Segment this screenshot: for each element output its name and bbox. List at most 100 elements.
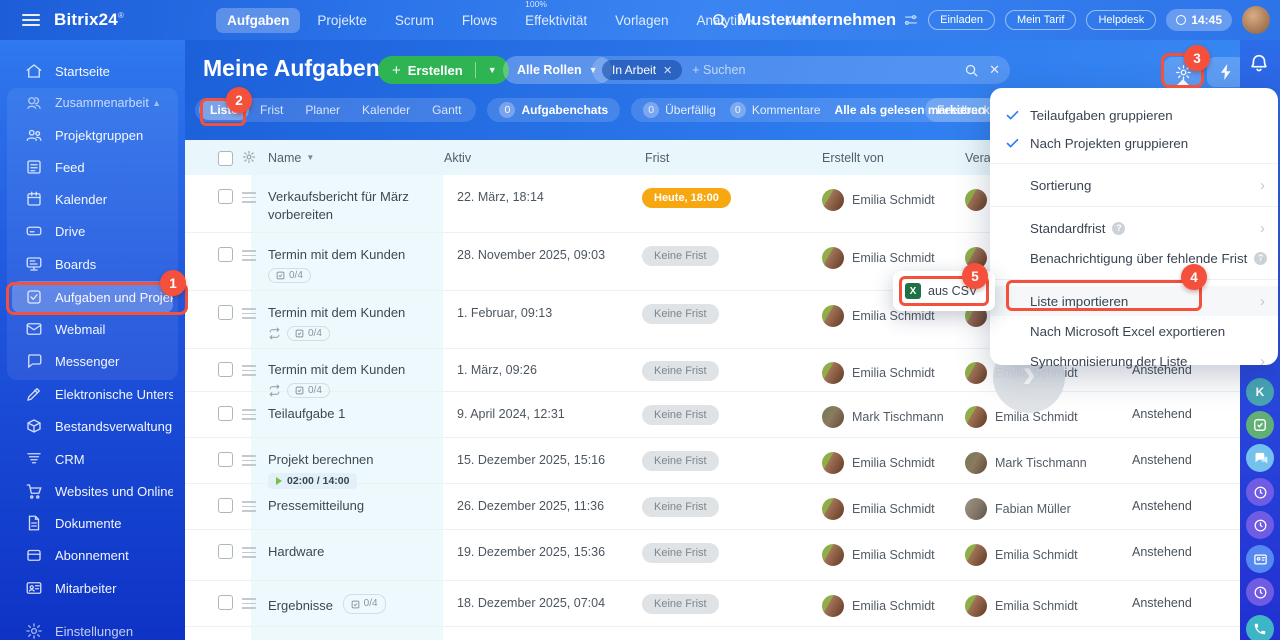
tab-projekte[interactable]: Projekte [306, 8, 378, 33]
deadline-pill[interactable]: Heute, 18:00 [642, 188, 731, 208]
clock-rail-icon[interactable] [1246, 478, 1274, 506]
remove-chip-icon[interactable]: ✕ [663, 64, 672, 77]
menu-item-liste-importieren[interactable]: Liste importieren› [990, 286, 1278, 316]
sidebar-item-kalender[interactable]: Kalender [12, 183, 173, 215]
view-tab-planer[interactable]: Planer [294, 100, 351, 120]
task-name[interactable]: Projekt berechnen [268, 452, 388, 467]
sidebar-item-messenger[interactable]: Messenger [12, 345, 173, 377]
task-name[interactable]: Termin mit dem Kunden [268, 247, 419, 262]
sidebar-item-drive[interactable]: Drive [12, 215, 173, 247]
tab-aufgaben[interactable]: Aufgaben [216, 8, 300, 33]
drag-handle-icon[interactable] [242, 308, 268, 319]
bitrix-logo[interactable]: Bitrix24® [54, 10, 124, 30]
column-header-aktiv[interactable]: Aktiv [444, 151, 637, 165]
tab-vorlagen[interactable]: Vorlagen [604, 8, 679, 33]
sidebar-item-abonnement[interactable]: Abonnement [12, 539, 173, 571]
sidebar-item-projektgruppen[interactable]: Projektgruppen [12, 119, 173, 151]
responsible-cell[interactable]: Mark Tischmann [965, 451, 1132, 474]
created-by-cell[interactable]: Emilia Schmidt [822, 594, 965, 617]
hamburger-menu-icon[interactable] [22, 14, 40, 26]
task-name[interactable]: Pressemitteilung [268, 498, 378, 513]
view-tab-gantt[interactable]: Gantt [421, 100, 472, 120]
row-checkbox[interactable] [218, 498, 233, 513]
responsible-cell[interactable]: Emilia Schmidt [965, 594, 1132, 617]
sidebar-item-startseite[interactable]: Startseite [12, 55, 173, 87]
work-timer[interactable]: 14:45 [1166, 9, 1232, 31]
responsible-cell[interactable]: Fabian Müller [965, 497, 1132, 520]
view-tab-liste[interactable]: Liste [199, 100, 249, 120]
created-by-cell[interactable]: Emilia Schmidt [822, 246, 965, 269]
sidebar-item-feed[interactable]: Feed [12, 151, 173, 183]
sidebar-item-einstellungen[interactable]: Einstellungen [12, 615, 173, 640]
created-by-cell[interactable]: Emilia Schmidt [822, 543, 965, 566]
deadline-pill[interactable]: Keine Frist [642, 405, 719, 425]
row-checkbox[interactable] [218, 595, 233, 610]
task-name[interactable]: Ergebnisse 0/4 [268, 598, 400, 613]
sidebar-item-boards[interactable]: Boards [12, 248, 173, 280]
clear-search-icon[interactable]: ✕ [989, 62, 1000, 78]
drag-handle-icon[interactable] [242, 598, 268, 609]
row-checkbox[interactable] [218, 452, 233, 467]
sidebar-item-mitarbeiter[interactable]: Mitarbeiter [12, 572, 173, 604]
sidebar-item-websites-onlineshops[interactable]: Websites und Onlines... [12, 475, 173, 507]
tasks-rail-icon[interactable] [1246, 411, 1274, 439]
overdue-counter[interactable]: 0Überfällig [643, 102, 716, 118]
task-name[interactable]: Teilaufgabe 1 [268, 406, 359, 421]
task-name[interactable]: Termin mit dem Kunden [268, 305, 419, 320]
drag-handle-icon[interactable] [242, 409, 268, 420]
deadline-pill[interactable]: Keine Frist [642, 361, 719, 381]
drag-handle-icon[interactable] [242, 365, 268, 376]
row-checkbox[interactable] [218, 247, 233, 262]
comments-counter[interactable]: 0Kommentare [730, 102, 821, 118]
column-settings-gear-icon[interactable] [242, 150, 268, 167]
sidebar-item-elektronische-unterschrift[interactable]: Elektronische Untersc... [12, 378, 173, 410]
view-tab-kalender[interactable]: Kalender [351, 100, 421, 120]
select-all-checkbox[interactable] [218, 151, 233, 166]
chat-avatar-k[interactable]: K [1246, 378, 1274, 406]
menu-item-nach-projekten-gruppieren[interactable]: Nach Projekten gruppieren [990, 129, 1278, 157]
clock-rail-icon[interactable] [1246, 511, 1274, 539]
my-tariff-button[interactable]: Mein Tarif [1005, 10, 1076, 30]
menu-item-teilaufgaben-gruppieren[interactable]: Teilaufgaben gruppieren [990, 101, 1278, 129]
search-filter-input[interactable]: In Arbeit✕ + Suchen ✕ [592, 56, 1010, 84]
drag-handle-icon[interactable] [242, 192, 268, 203]
responsible-cell[interactable]: Emilia Schmidt [965, 405, 1132, 428]
create-task-button[interactable]: +Erstellen ▼ [378, 56, 509, 84]
tab-flows[interactable]: Flows [451, 8, 508, 33]
deadline-pill[interactable]: Keine Frist [642, 594, 719, 614]
row-checkbox[interactable] [218, 406, 233, 421]
submenu-aus-csv[interactable]: X aus CSV [893, 271, 995, 311]
drag-handle-icon[interactable] [242, 455, 268, 466]
created-by-cell[interactable]: Emilia Schmidt [822, 451, 965, 474]
sidebar-item-bestandsverwaltung[interactable]: Bestandsverwaltung [12, 410, 173, 442]
view-tab-frist[interactable]: Frist [249, 100, 294, 120]
menu-item-excel-exportieren[interactable]: Nach Microsoft Excel exportieren [990, 316, 1278, 346]
drag-handle-icon[interactable] [242, 501, 268, 512]
deadline-pill[interactable]: Keine Frist [642, 304, 719, 324]
menu-item-benachrichtigung-fehlende-frist[interactable]: Benachrichtigung über fehlende Frist?› [990, 243, 1278, 273]
table-row[interactable]: Projekt berechnen 02:00 / 14:00 [185, 438, 1240, 484]
deadline-pill[interactable]: Keine Frist [642, 246, 719, 266]
row-checkbox[interactable] [218, 362, 233, 377]
deadline-pill[interactable]: Keine Frist [642, 497, 719, 517]
search-icon[interactable] [711, 12, 728, 29]
search-icon[interactable] [964, 63, 979, 78]
clock-rail-icon[interactable] [1246, 578, 1274, 606]
drag-handle-icon[interactable] [242, 250, 268, 261]
invite-button[interactable]: Einladen [928, 10, 995, 30]
task-name[interactable]: Hardware [268, 544, 338, 559]
table-row[interactable]: Hardware 19. [185, 530, 1240, 581]
deadline-pill[interactable]: Keine Frist [642, 451, 719, 471]
responsible-cell[interactable]: Emilia Schmidt [965, 543, 1132, 566]
menu-item-sortierung[interactable]: Sortierung› [990, 170, 1278, 200]
phone-rail-icon[interactable] [1246, 615, 1274, 640]
task-chats-button[interactable]: 0Aufgabenchats [487, 98, 620, 122]
drag-handle-icon[interactable] [242, 547, 268, 558]
column-header-erstellt-von[interactable]: Erstellt von [822, 151, 965, 165]
table-row[interactable]: Pressemitteilung [185, 484, 1240, 530]
tab-scrum[interactable]: Scrum [384, 8, 445, 33]
column-header-name[interactable]: Name▼ [268, 151, 457, 165]
sidebar-item-aufgaben-und-projekte[interactable]: Aufgaben und Projek... [12, 281, 173, 313]
task-name[interactable]: Verkaufsbericht für März vorbereiten [268, 189, 409, 222]
filter-chip-in-arbeit[interactable]: In Arbeit✕ [602, 60, 682, 80]
